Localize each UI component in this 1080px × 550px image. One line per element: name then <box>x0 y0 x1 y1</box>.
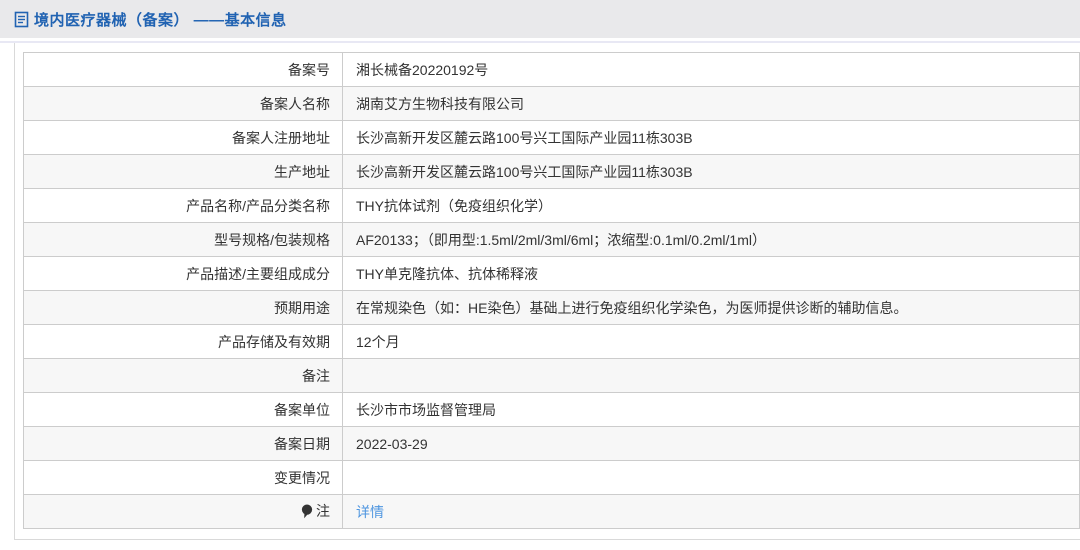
row-value: 长沙市市场监督管理局 <box>342 392 1080 427</box>
document-icon <box>14 11 29 28</box>
table-row: 变更情况 <box>23 460 1080 495</box>
row-value: 长沙高新开发区麓云路100号兴工国际产业园11栋303B <box>342 154 1080 189</box>
row-value: 湖南艾方生物科技有限公司 <box>342 86 1080 121</box>
row-label: 产品存储及有效期 <box>23 324 343 359</box>
row-label: 变更情况 <box>23 460 343 495</box>
table-row: 型号规格/包装规格 AF20133；（即用型:1.5ml/2ml/3ml/6ml… <box>23 222 1080 257</box>
row-value: 湘长械备20220192号 <box>342 52 1080 87</box>
row-value: 详情 <box>342 494 1080 529</box>
row-label: 产品名称/产品分类名称 <box>23 188 343 223</box>
row-label: 预期用途 <box>23 290 343 325</box>
row-label: 型号规格/包装规格 <box>23 222 343 257</box>
basic-info-table: 备案号 湘长械备20220192号 备案人名称 湖南艾方生物科技有限公司 备案人… <box>23 52 1080 529</box>
table-row: 产品描述/主要组成成分 THY单克隆抗体、抗体稀释液 <box>23 256 1080 291</box>
row-value: 12个月 <box>342 324 1080 359</box>
table-row: 备案号 湘长械备20220192号 <box>23 52 1080 87</box>
table-row: 生产地址 长沙高新开发区麓云路100号兴工国际产业园11栋303B <box>23 154 1080 189</box>
table-row: 备案人注册地址 长沙高新开发区麓云路100号兴工国际产业园11栋303B <box>23 120 1080 155</box>
page-title: 境内医疗器械（备案） ——基本信息 <box>34 11 287 29</box>
row-label: 备案单位 <box>23 392 343 427</box>
row-label: 备案人名称 <box>23 86 343 121</box>
balloon-icon <box>301 504 313 519</box>
table-row: 备注 <box>23 358 1080 393</box>
page-header: 境内医疗器械（备案） ——基本信息 <box>0 0 1080 38</box>
row-value: 2022-03-29 <box>342 426 1080 461</box>
row-value <box>342 460 1080 495</box>
row-label: 备案日期 <box>23 426 343 461</box>
row-value: 在常规染色（如：HE染色）基础上进行免疫组织化学染色，为医师提供诊断的辅助信息。 <box>342 290 1080 325</box>
table-row: 产品名称/产品分类名称 THY抗体试剂（免疫组织化学） <box>23 188 1080 223</box>
row-value: 长沙高新开发区麓云路100号兴工国际产业园11栋303B <box>342 120 1080 155</box>
table-row: 备案人名称 湖南艾方生物科技有限公司 <box>23 86 1080 121</box>
table-row: 注 详情 <box>23 494 1080 529</box>
row-label: 备案号 <box>23 52 343 87</box>
row-value: THY抗体试剂（免疫组织化学） <box>342 188 1080 223</box>
row-value <box>342 358 1080 393</box>
row-label: 备案人注册地址 <box>23 120 343 155</box>
row-value: THY单克隆抗体、抗体稀释液 <box>342 256 1080 291</box>
table-row: 备案日期 2022-03-29 <box>23 426 1080 461</box>
row-value: AF20133；（即用型:1.5ml/2ml/3ml/6ml；浓缩型:0.1ml… <box>342 222 1080 257</box>
content-panel: 备案号 湘长械备20220192号 备案人名称 湖南艾方生物科技有限公司 备案人… <box>14 43 1080 540</box>
detail-link[interactable]: 详情 <box>356 504 384 520</box>
table-row: 产品存储及有效期 12个月 <box>23 324 1080 359</box>
row-label: 备注 <box>23 358 343 393</box>
row-label: 注 <box>316 503 330 520</box>
row-label: 产品描述/主要组成成分 <box>23 256 343 291</box>
row-label-note: 注 <box>23 494 343 529</box>
table-row: 备案单位 长沙市市场监督管理局 <box>23 392 1080 427</box>
table-row: 预期用途 在常规染色（如：HE染色）基础上进行免疫组织化学染色，为医师提供诊断的… <box>23 290 1080 325</box>
row-label: 生产地址 <box>23 154 343 189</box>
